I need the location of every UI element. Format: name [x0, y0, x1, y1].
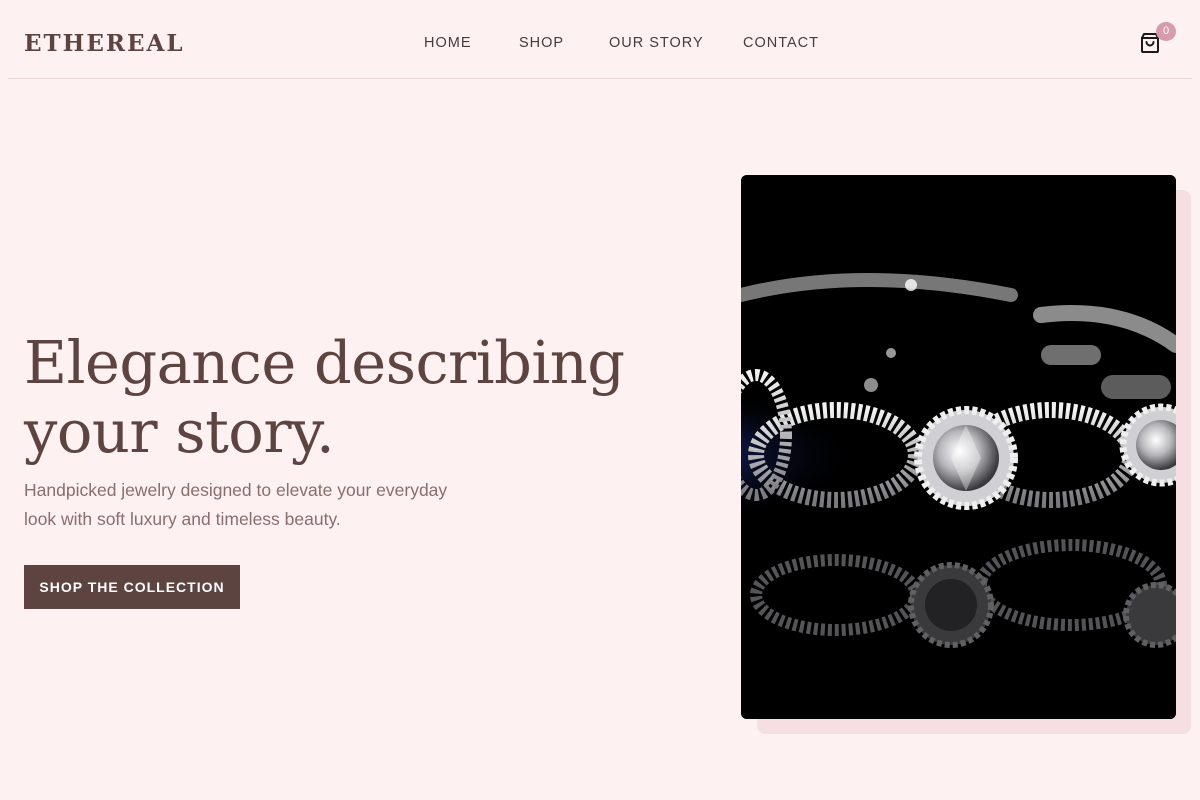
- nav-shop[interactable]: SHOP: [519, 35, 564, 51]
- hero-title: Elegance describing your story.: [24, 328, 625, 466]
- hero-jewelry-image: [741, 175, 1176, 719]
- hero-subtitle: Handpicked jewelry designed to elevate y…: [24, 480, 448, 529]
- main-nav: HOME SHOP OUR STORY CONTACT: [8, 35, 1192, 55]
- cart-count-badge: 0: [1156, 22, 1176, 41]
- nav-our-story[interactable]: OUR STORY: [609, 35, 704, 51]
- shop-collection-button[interactable]: SHOP THE COLLECTION: [24, 565, 240, 609]
- nav-home[interactable]: HOME: [424, 35, 472, 51]
- site-header: ETHEREAL HOME SHOP OUR STORY CONTACT: [8, 0, 1192, 79]
- nav-contact[interactable]: CONTACT: [743, 35, 819, 51]
- diamond-bracelet-photo: [741, 175, 1176, 719]
